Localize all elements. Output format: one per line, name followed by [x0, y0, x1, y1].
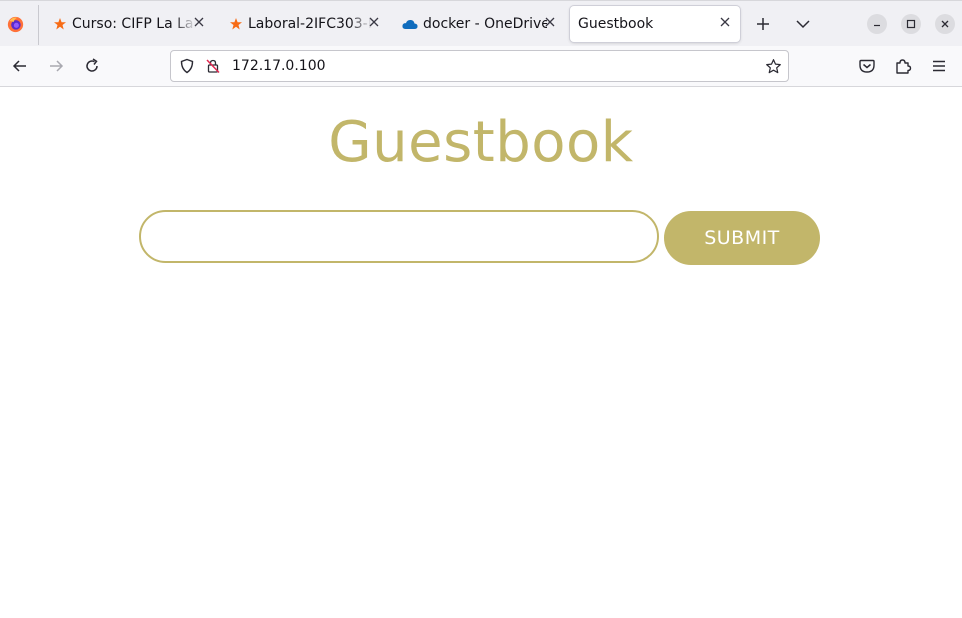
- close-tab-icon[interactable]: [192, 15, 206, 29]
- insecure-lock-icon[interactable]: [205, 58, 221, 74]
- close-tab-icon[interactable]: [543, 15, 557, 29]
- moodle-star-icon: [54, 18, 66, 30]
- minimize-icon: [874, 24, 880, 27]
- tab-strip-border: [0, 0, 962, 1]
- pocket-icon[interactable]: [858, 57, 876, 75]
- reload-icon[interactable]: [83, 57, 101, 75]
- maximize-icon: [906, 19, 916, 29]
- submit-button[interactable]: SUBMIT: [664, 211, 820, 265]
- navigation-toolbar: 172.17.0.100: [0, 46, 962, 87]
- page-title: Guestbook: [328, 110, 634, 175]
- tab-curso[interactable]: Curso: CIFP La Laboral: [44, 6, 216, 42]
- tab-laboral[interactable]: Laboral-2IFC303-DAW: [220, 6, 392, 42]
- tab-title: docker - OneDrive: [423, 16, 547, 32]
- back-arrow-icon[interactable]: [11, 57, 29, 75]
- tab-title: Guestbook: [578, 16, 654, 32]
- moodle-star-icon: [230, 18, 242, 30]
- tab-separator: [38, 5, 39, 45]
- close-tab-icon[interactable]: [718, 15, 732, 29]
- minimize-window-button[interactable]: [867, 14, 887, 34]
- firefox-menu-icon[interactable]: [7, 16, 24, 33]
- onedrive-cloud-icon: [402, 19, 418, 29]
- tab-strip: Curso: CIFP La Laboral Laboral-2IFC303-D…: [0, 0, 962, 46]
- list-all-tabs-icon[interactable]: [793, 14, 813, 34]
- tab-guestbook[interactable]: Guestbook: [570, 6, 740, 42]
- close-tab-icon[interactable]: [367, 15, 381, 29]
- maximize-window-button[interactable]: [901, 14, 921, 34]
- forward-arrow-icon[interactable]: [47, 57, 65, 75]
- tab-onedrive[interactable]: docker - OneDrive: [396, 6, 566, 42]
- url-text[interactable]: 172.17.0.100: [232, 58, 326, 74]
- close-window-icon: [941, 20, 949, 28]
- extensions-puzzle-icon[interactable]: [894, 57, 912, 75]
- new-tab-icon[interactable]: [753, 14, 773, 34]
- url-bar[interactable]: 172.17.0.100: [170, 50, 789, 82]
- guestbook-entry-input[interactable]: [139, 210, 659, 263]
- hamburger-menu-icon[interactable]: [930, 57, 948, 75]
- tracking-protection-shield-icon[interactable]: [179, 58, 195, 74]
- close-window-button[interactable]: [935, 14, 955, 34]
- bookmark-star-icon[interactable]: [765, 58, 782, 75]
